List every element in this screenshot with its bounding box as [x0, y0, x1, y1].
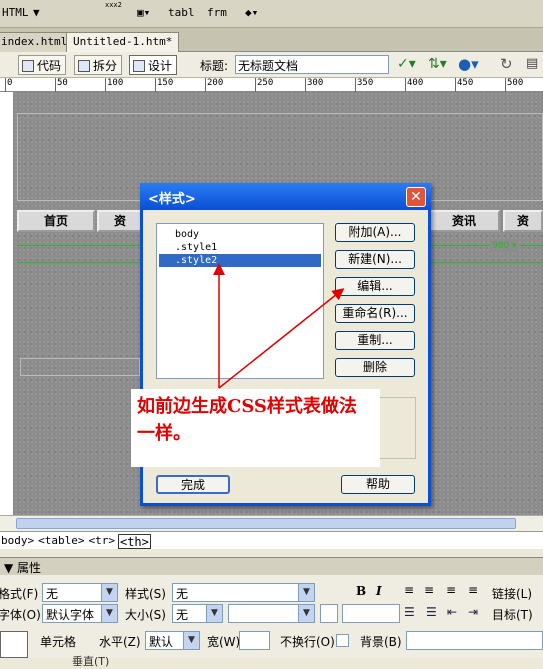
annotation-arrows — [213, 263, 345, 389]
arrow-to-edit — [218, 288, 345, 389]
